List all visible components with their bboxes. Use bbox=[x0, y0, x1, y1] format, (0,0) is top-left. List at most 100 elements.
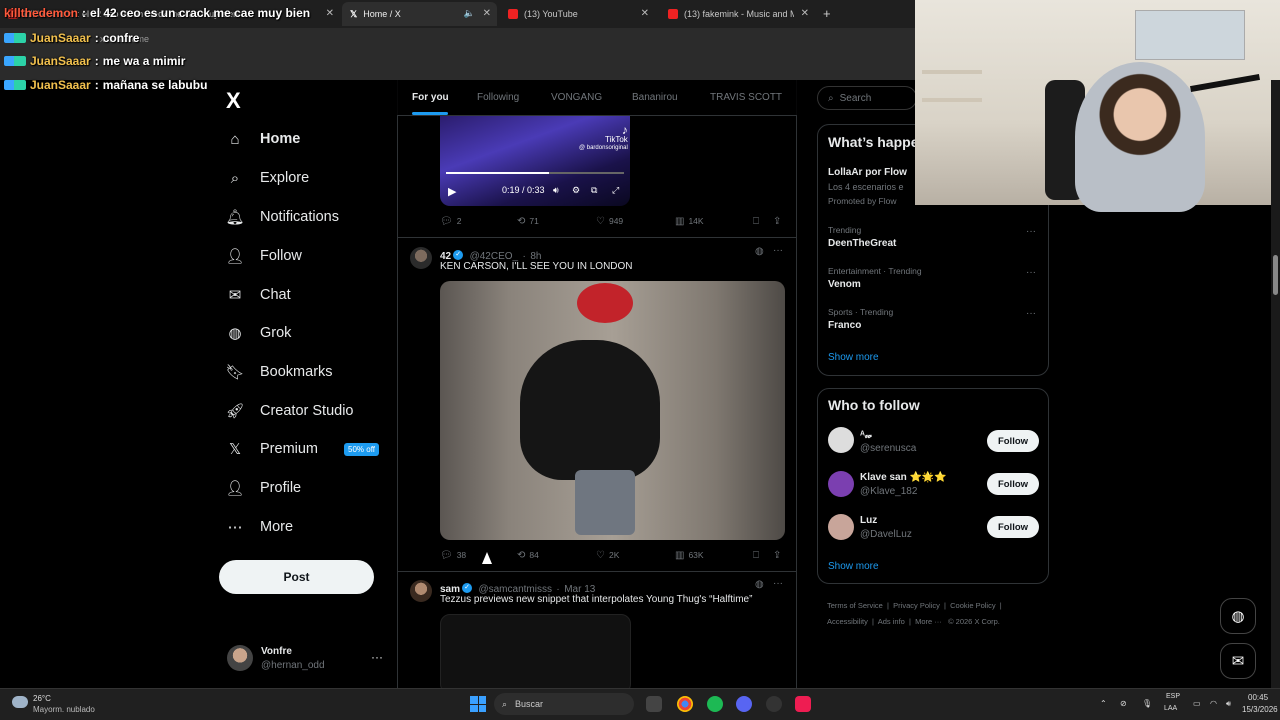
footer-link[interactable]: More ··· bbox=[915, 617, 942, 626]
nav-item-bookmarks[interactable]: 🔖︎ Bookmarks bbox=[225, 357, 332, 387]
nav-item-chat[interactable]: ✉ Chat bbox=[226, 280, 291, 310]
post-more-icon[interactable]: ··· bbox=[773, 578, 783, 589]
follow-suggestion-avatar[interactable] bbox=[828, 514, 854, 540]
nav-item-grok[interactable]: ◍ Grok bbox=[226, 318, 291, 348]
trend-more-icon[interactable]: ··· bbox=[1026, 226, 1036, 237]
show-more-trends[interactable]: Show more bbox=[828, 352, 879, 363]
input-language[interactable]: ESP bbox=[1166, 693, 1180, 700]
nav-item-premium[interactable]: 𝕏 Premium 50% off bbox=[226, 434, 379, 464]
follow-suggestion-avatar[interactable] bbox=[828, 471, 854, 497]
file-explorer-icon[interactable] bbox=[646, 696, 662, 712]
repost-button[interactable]: ⟲ 71 bbox=[517, 214, 539, 228]
like-button[interactable]: ♡ 949 bbox=[596, 214, 623, 228]
messages-fab-icon[interactable]: ✉ bbox=[1220, 643, 1256, 679]
footer-link[interactable]: Accessibility bbox=[827, 617, 868, 626]
play-icon[interactable]: ▶ bbox=[448, 185, 456, 198]
weather-icon[interactable] bbox=[12, 696, 28, 708]
trend-more-icon[interactable]: ··· bbox=[1026, 308, 1036, 319]
tab-bananirou[interactable]: Bananirou bbox=[632, 92, 678, 103]
bookmark-button[interactable]: ⎕ bbox=[753, 548, 763, 562]
windows-start-icon[interactable] bbox=[470, 696, 486, 712]
obs-icon[interactable] bbox=[766, 696, 782, 712]
show-more-follow[interactable]: Show more bbox=[828, 561, 879, 572]
follow-button[interactable]: Follow bbox=[987, 473, 1039, 495]
new-tab-button[interactable]: + bbox=[823, 6, 831, 21]
page-scrollbar[interactable] bbox=[1271, 80, 1280, 690]
tab-following[interactable]: Following bbox=[477, 92, 519, 103]
address-input[interactable]: x.com/home bbox=[60, 34, 660, 50]
trend-more-icon[interactable]: ··· bbox=[1026, 267, 1036, 278]
close-tab-icon[interactable]: ✕ bbox=[801, 8, 809, 19]
share-button[interactable]: ⇪ bbox=[773, 214, 785, 228]
footer-link[interactable]: Ads info bbox=[878, 617, 905, 626]
tiktok-live-icon[interactable] bbox=[795, 696, 811, 712]
weather-temp[interactable]: 26°C bbox=[33, 694, 51, 703]
nav-item-notifications[interactable]: 🔔︎ Notifications bbox=[225, 202, 339, 232]
account-name[interactable]: Vonfre bbox=[261, 646, 292, 657]
follow-suggestion-name[interactable]: ᴬ𝓌 bbox=[860, 430, 872, 441]
footer-link[interactable]: Privacy Policy bbox=[893, 601, 940, 610]
post-more-icon[interactable]: ··· bbox=[773, 245, 783, 256]
nav-item-profile[interactable]: 👤︎ Profile bbox=[225, 473, 301, 503]
browser-tab-fakemink[interactable]: (13) fakemink - Music and Me ✕ bbox=[660, 2, 815, 26]
grok-fab-icon[interactable]: ◍ bbox=[1220, 598, 1256, 634]
like-button[interactable]: ♡ 2K bbox=[596, 548, 619, 562]
grok-post-icon[interactable]: ◍ bbox=[755, 246, 764, 257]
promo-name[interactable]: LollaAr por Flow bbox=[828, 167, 907, 178]
settings-icon[interactable]: ⚙ bbox=[572, 185, 580, 196]
follow-suggestion-name[interactable]: Luz bbox=[860, 515, 877, 526]
volume-icon[interactable]: 🔊︎ bbox=[553, 185, 559, 196]
tab-for-you[interactable]: For you bbox=[412, 92, 449, 103]
tray-display-icon[interactable]: ▭ bbox=[1193, 699, 1201, 708]
reply-button[interactable]: 💬︎ 38 bbox=[440, 548, 466, 562]
nav-item-home[interactable]: ⌂ Home bbox=[226, 124, 300, 154]
post-avatar[interactable] bbox=[410, 580, 432, 602]
browser-tab-youtube[interactable]: (13) YouTube ✕ bbox=[500, 2, 655, 26]
account-avatar[interactable] bbox=[227, 645, 253, 671]
nav-item-more[interactable]: ⋯ More bbox=[226, 512, 294, 542]
follow-suggestion-avatar[interactable] bbox=[828, 427, 854, 453]
tray-network-icon[interactable]: ⊘ bbox=[1120, 699, 1127, 708]
close-tab-icon[interactable]: ✕ bbox=[483, 8, 491, 19]
trend-name[interactable]: Franco bbox=[828, 320, 861, 331]
trend-name[interactable]: DeenTheGreat bbox=[828, 238, 896, 249]
share-button[interactable]: ⇪ bbox=[773, 548, 785, 562]
pip-icon[interactable]: ⧉ bbox=[591, 185, 597, 196]
scrollbar-thumb[interactable] bbox=[1273, 255, 1278, 295]
clock-time[interactable]: 00:45 bbox=[1248, 693, 1268, 702]
follow-button[interactable]: Follow bbox=[987, 516, 1039, 538]
follow-button[interactable]: Follow bbox=[987, 430, 1039, 452]
nav-item-explore[interactable]: ⌕ Explore bbox=[226, 163, 309, 193]
spotify-icon[interactable] bbox=[707, 696, 723, 712]
fullscreen-icon[interactable]: ⤢ bbox=[612, 185, 619, 196]
reply-button[interactable]: 💬︎ 2 bbox=[440, 214, 461, 228]
footer-link[interactable]: Terms of Service bbox=[827, 601, 883, 610]
taskbar-search[interactable]: ⌕ Buscar bbox=[494, 693, 634, 715]
trend-name[interactable]: Venom bbox=[828, 279, 861, 290]
tray-wifi-icon[interactable]: ◠ bbox=[1210, 699, 1217, 708]
post-button[interactable]: Post bbox=[219, 560, 374, 594]
x-logo-icon[interactable]: X bbox=[226, 88, 241, 114]
views-button[interactable]: ▥ 63K bbox=[675, 548, 704, 562]
browser-tab-home-x[interactable]: 𝕏 Home / X 🔈 ✕ bbox=[342, 2, 497, 26]
input-layout[interactable]: LAA bbox=[1164, 705, 1177, 712]
grok-post-icon[interactable]: ◍ bbox=[755, 579, 764, 590]
post-avatar[interactable] bbox=[410, 247, 432, 269]
clock-date[interactable]: 15/3/2026 bbox=[1242, 705, 1278, 714]
tab-travis-scott[interactable]: TRAVIS SCOTT bbox=[710, 92, 782, 103]
close-tab-icon[interactable]: ✕ bbox=[326, 8, 334, 19]
footer-link[interactable]: Cookie Policy bbox=[950, 601, 995, 610]
discord-icon[interactable] bbox=[736, 696, 752, 712]
follow-suggestion-name[interactable]: Klave san ⭐🌟⭐ bbox=[860, 472, 947, 483]
tab-audio-icon[interactable]: 🔈 bbox=[464, 8, 475, 19]
repost-button[interactable]: ⟲ 84 bbox=[517, 548, 539, 562]
tray-volume-icon[interactable]: 🔊︎ bbox=[1226, 699, 1231, 709]
tray-chevron-icon[interactable]: ⌃ bbox=[1100, 699, 1107, 708]
account-more-icon[interactable]: ··· bbox=[371, 650, 383, 664]
search-input[interactable]: ⌕ Search bbox=[817, 86, 917, 110]
post-video[interactable] bbox=[440, 614, 631, 694]
nav-item-creator-studio[interactable]: 🚀︎ Creator Studio bbox=[225, 396, 353, 426]
tray-mic-icon[interactable]: 🎙︎ bbox=[1142, 699, 1152, 708]
close-tab-icon[interactable]: ✕ bbox=[641, 8, 649, 19]
views-button[interactable]: ▥ 14K bbox=[675, 214, 704, 228]
